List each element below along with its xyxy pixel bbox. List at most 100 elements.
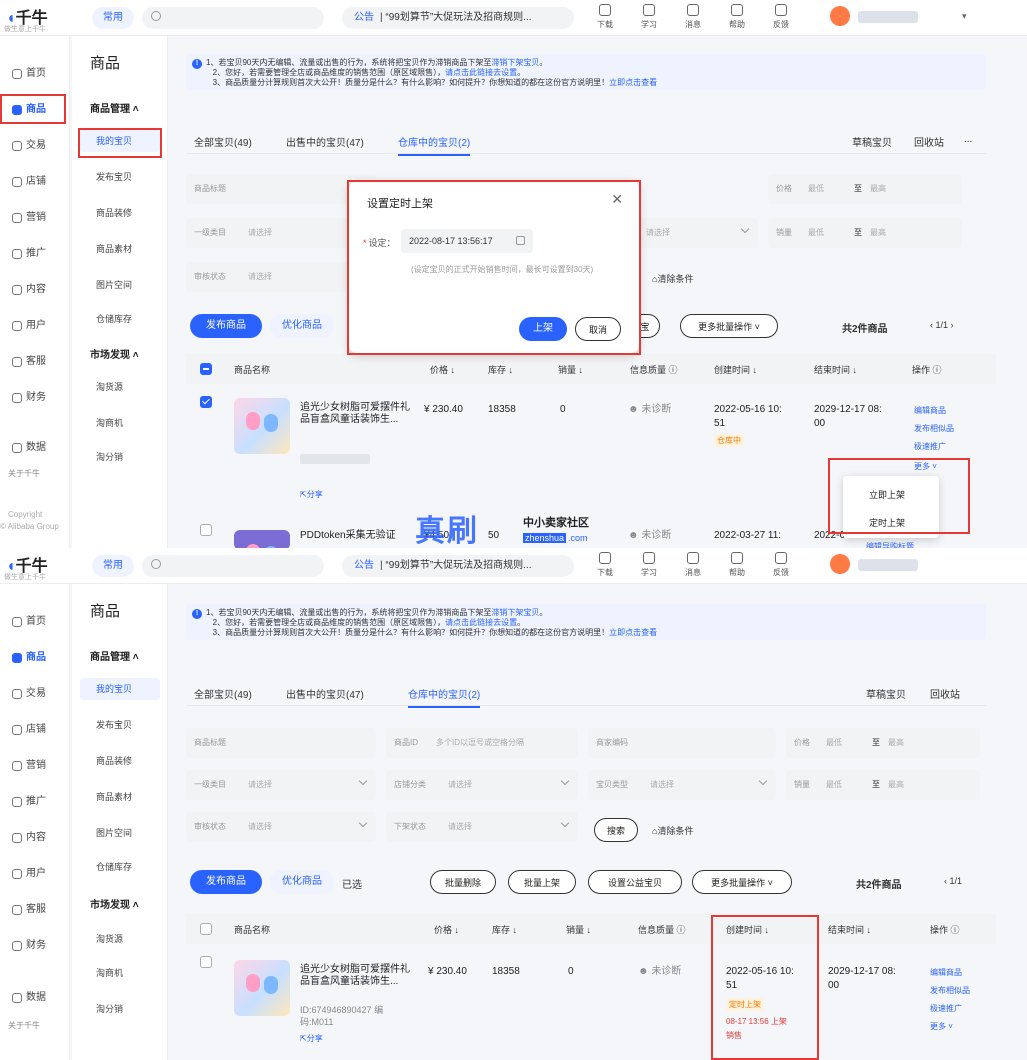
filter-shop-category[interactable]: 店铺分类 请选择 (386, 770, 578, 800)
chevron-down-icon[interactable]: ▾ (962, 11, 967, 22)
filter-code[interactable]: 商家编码 (588, 728, 776, 758)
sidebar-item-finance[interactable]: 财务 (6, 936, 66, 956)
filter-type[interactable]: 请选择 (638, 218, 758, 248)
col-sales[interactable]: 销量 ↓ (566, 923, 591, 936)
submenu-item-source[interactable]: 淘货源 (80, 928, 160, 950)
filter-audit[interactable]: 审核状态 请选择 (186, 812, 376, 842)
filter-title[interactable]: 商品标题 (186, 174, 376, 204)
sidebar-item-promote[interactable]: 推广 (6, 792, 66, 812)
feedback-button[interactable]: 反馈 (764, 550, 798, 578)
about-link[interactable]: 关于千牛 (8, 468, 40, 479)
link-sales-range[interactable]: 请点击此链接去设置 (445, 68, 517, 77)
select-all-checkbox[interactable] (200, 363, 212, 375)
search-input[interactable] (142, 555, 324, 577)
col-price[interactable]: 价格 ↓ (434, 923, 459, 936)
filter-audit[interactable]: 审核状态 请选择 (186, 262, 376, 292)
publish-button[interactable]: 发布商品 (190, 314, 262, 338)
product-name[interactable]: PDDtoken采集无验证 (300, 530, 410, 542)
sidebar-item-user[interactable]: 用户 (6, 316, 66, 336)
confirm-list-button[interactable]: 上架 (519, 317, 567, 341)
product-thumbnail[interactable] (234, 530, 290, 548)
batch-up-button[interactable]: 批量上架 (508, 870, 576, 894)
col-created[interactable]: 创建时间 ↓ (714, 363, 757, 376)
sidebar-item-marketing[interactable]: 营销 (6, 756, 66, 776)
sidebar-item-home[interactable]: 首页 (6, 612, 66, 632)
edit-goods-link[interactable]: 编辑商品 (930, 966, 962, 980)
avatar[interactable] (830, 554, 850, 574)
link-unsold[interactable]: 滞销下架宝贝 (491, 608, 539, 617)
tab-on-sale[interactable]: 出售中的宝贝(47) (286, 686, 364, 701)
batch-delete-button[interactable]: 批量删除 (430, 870, 496, 894)
search-button[interactable]: 搜索 (594, 818, 638, 842)
more-icon[interactable]: ... (964, 134, 972, 145)
product-thumbnail[interactable] (234, 398, 290, 454)
filter-price[interactable]: 价格 最低至最高 (786, 728, 980, 758)
sidebar-item-promote[interactable]: 推广 (6, 244, 66, 264)
submenu-item-distribution[interactable]: 淘分销 (80, 446, 160, 468)
pagination[interactable]: ‹ 1/1 (944, 876, 962, 886)
col-end[interactable]: 结束时间 ↓ (814, 363, 857, 376)
filter-sales[interactable]: 销量 最低至最高 (786, 770, 980, 800)
sidebar-item-finance[interactable]: 财务 (6, 388, 66, 408)
download-button[interactable]: 下载 (588, 550, 622, 578)
announcement-bar[interactable]: 公告 | “99划算节”大促玩法及招商规则... (342, 555, 574, 577)
submenu-item-source[interactable]: 淘货源 (80, 376, 160, 398)
filter-price[interactable]: 价格 最低至最高 (768, 174, 962, 204)
more-ops-link[interactable]: 更多 ˅ (914, 460, 937, 474)
col-end[interactable]: 结束时间 ↓ (828, 923, 871, 936)
sidebar-item-data[interactable]: 数据 (6, 988, 66, 1008)
download-button[interactable]: 下载 (588, 2, 622, 30)
submenu-item-publish[interactable]: 发布宝贝 (80, 714, 160, 736)
tab-warehouse[interactable]: 仓库中的宝贝(2) (408, 686, 481, 708)
optimize-button[interactable]: 优化商品 (270, 314, 334, 338)
submenu-group-goods-mgmt[interactable]: 商品管理 ˄ (90, 100, 139, 115)
sidebar-item-home[interactable]: 首页 (6, 64, 66, 84)
share-link[interactable]: ⇱分享 (300, 488, 323, 502)
filter-category[interactable]: 一级类目 请选择 (186, 218, 376, 248)
product-name[interactable]: 追光少女树脂可爱摆件礼品盲盒风童话装饰生... (300, 402, 410, 426)
select-all-checkbox[interactable] (200, 923, 212, 935)
sidebar-item-content[interactable]: 内容 (6, 828, 66, 848)
learn-button[interactable]: 学习 (632, 2, 666, 30)
message-button[interactable]: 消息 (676, 550, 710, 578)
tab-drafts[interactable]: 草稿宝贝 (866, 686, 906, 701)
col-stock[interactable]: 库存 ↓ (488, 363, 513, 376)
submenu-item-image-space[interactable]: 图片空间 (80, 822, 160, 844)
quick-promote-link[interactable]: 极速推广 (930, 1002, 962, 1016)
submenu-item-distribution[interactable]: 淘分销 (80, 998, 160, 1020)
sidebar-item-user[interactable]: 用户 (6, 864, 66, 884)
sidebar-item-data[interactable]: 数据 (6, 438, 66, 458)
more-batch-button[interactable]: 更多批量操作 ˅ (692, 870, 792, 894)
learn-button[interactable]: 学习 (632, 550, 666, 578)
submenu-item-decoration[interactable]: 商品装修 (80, 750, 160, 772)
share-link[interactable]: ⇱分享 (300, 1032, 323, 1046)
sidebar-item-trade[interactable]: 交易 (6, 136, 66, 156)
clear-filters[interactable]: ⌂清除条件 (652, 272, 693, 285)
filter-off-status[interactable]: 下架状态 请选择 (386, 812, 578, 842)
feedback-button[interactable]: 反馈 (764, 2, 798, 30)
product-thumbnail[interactable] (234, 960, 290, 1016)
more-batch-button[interactable]: 更多批量操作 ˅ (680, 314, 778, 338)
filter-id[interactable]: 商品ID 多个ID以逗号或空格分隔 (386, 728, 578, 758)
help-button[interactable]: 帮助 (720, 2, 754, 30)
link-quality[interactable]: 立即点击查看 (609, 78, 657, 87)
publish-similar-link[interactable]: 发布相似品 (914, 422, 954, 436)
datetime-picker[interactable]: 2022-08-17 13:56:17 (401, 229, 533, 253)
edit-title-link[interactable]: 编辑导购标题 (866, 540, 914, 548)
avatar[interactable] (830, 6, 850, 26)
submenu-item-opportunity[interactable]: 淘商机 (80, 412, 160, 434)
submenu-item-inventory[interactable]: 仓储库存 (80, 308, 160, 330)
col-price[interactable]: 价格 ↓ (430, 363, 455, 376)
sidebar-item-goods[interactable]: 商品 (6, 100, 66, 120)
tab-all[interactable]: 全部宝贝(49) (194, 134, 252, 149)
link-quality[interactable]: 立即点击查看 (609, 628, 657, 637)
help-button[interactable]: 帮助 (720, 550, 754, 578)
quick-promote-link[interactable]: 极速推广 (914, 440, 946, 454)
common-button[interactable]: 常用 (92, 7, 134, 29)
sidebar-item-service[interactable]: 客服 (6, 900, 66, 920)
sidebar-item-trade[interactable]: 交易 (6, 684, 66, 704)
search-input[interactable] (142, 7, 324, 29)
submenu-item-my-goods[interactable]: 我的宝贝 (80, 678, 160, 700)
product-name[interactable]: 追光少女树脂可爱摆件礼品盲盒风童话装饰生... (300, 964, 410, 988)
row-checkbox[interactable] (200, 396, 212, 408)
